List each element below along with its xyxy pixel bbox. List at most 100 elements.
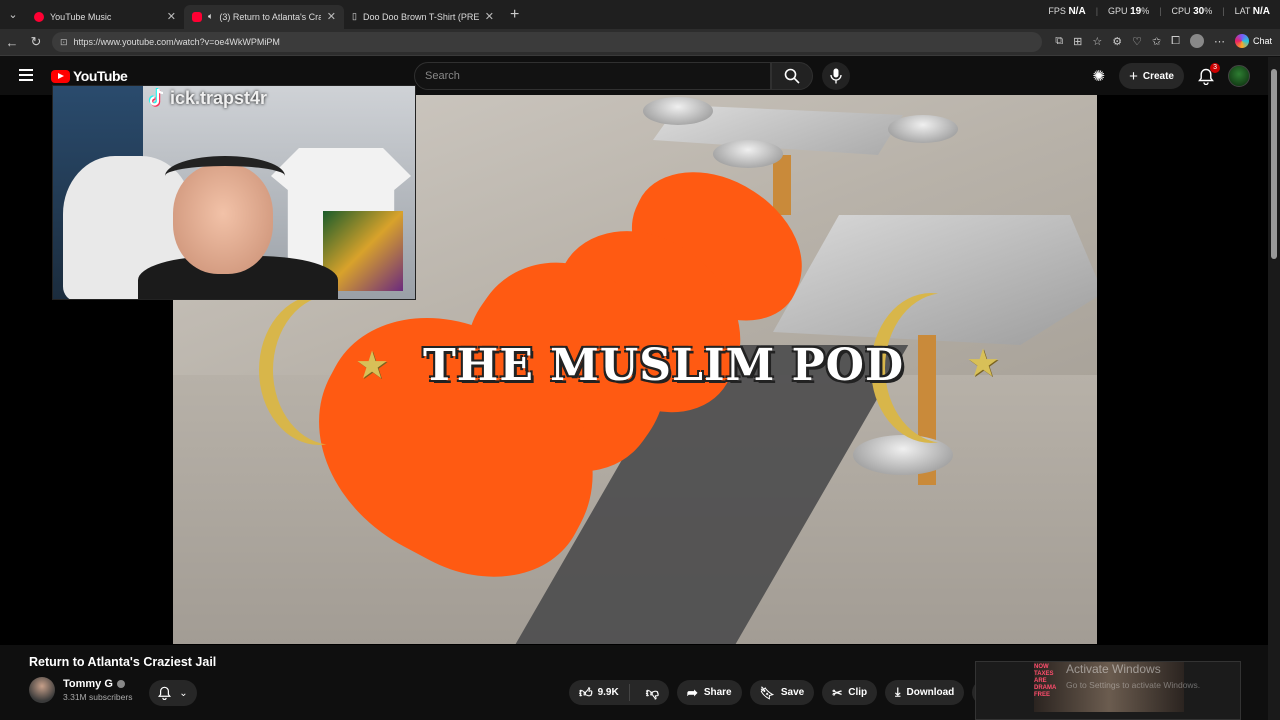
save-button[interactable]: 🔖︎ Save (749, 680, 815, 705)
download-button[interactable]: ⤓ Download (885, 680, 965, 705)
extensions-icon[interactable]: ⚙ (1112, 35, 1122, 48)
video-title: Return to Atlanta's Craziest Jail (29, 655, 217, 669)
microphone-icon (830, 68, 842, 84)
subscription-notification-button[interactable]: ⌄ (149, 680, 197, 706)
app-available-icon[interactable]: ⊞ (1073, 35, 1082, 48)
channel-row: Tommy G 3.31M subscribers (29, 677, 132, 703)
favorites-icon[interactable]: ✩ (1152, 35, 1161, 48)
site-info-icon[interactable]: ⊡ (60, 37, 68, 48)
share-button[interactable]: ➦ Share (676, 680, 742, 705)
clip-button[interactable]: ✂ Clip (822, 680, 878, 705)
plus-icon: + (1129, 67, 1138, 85)
channel-name[interactable]: Tommy G (63, 678, 132, 690)
speaker-icon[interactable]: 🔈︎ (208, 11, 213, 22)
browser-toolbar: ⧉ ⊞ ☆ ⚙ ♡ ✩ ⧠ ⋯ Chat (1055, 34, 1272, 48)
hamburger-menu-icon[interactable] (19, 69, 33, 81)
tiktok-watermark: ick.trapst4r (146, 87, 267, 109)
scrollbar-thumb[interactable] (1271, 69, 1277, 259)
thumbs-down-icon: 👎︎ (645, 684, 659, 700)
thumbnail-text: NOW TAXES ARE DRAMA FREE (1034, 664, 1057, 698)
tab-youtube-video[interactable]: 🔈︎ (3) Return to Atlanta's Crazie ✕ (184, 4, 344, 29)
youtube-play-icon (51, 69, 70, 83)
create-button[interactable]: + Create (1119, 63, 1184, 89)
tab-close-icon[interactable]: ✕ (485, 10, 494, 23)
thumbnail-title-text: THE MUSLIM POD (423, 340, 905, 391)
tab-close-icon[interactable]: ✕ (167, 10, 176, 23)
video-actions: 👍︎ 9.9K 👎︎ ➦ Share 🔖︎ Save ✂ Clip ⤓ Down… (569, 680, 998, 705)
page-scrollbar[interactable] (1268, 57, 1280, 720)
tab-label: YouTube Music (50, 11, 112, 22)
share-arrow-icon: ➦ (686, 684, 698, 700)
dislike-button[interactable]: 👎︎ (636, 685, 669, 701)
studio-sparkle-icon[interactable]: ✺ (1093, 67, 1106, 85)
youtube-music-icon (34, 11, 44, 22)
bookmark-icon: 🔖︎ (759, 685, 775, 700)
channel-info: Tommy G 3.31M subscribers (55, 678, 132, 702)
save-label: Save (780, 687, 805, 698)
cpu-readout: CPU 30% (1171, 6, 1213, 17)
tab-label: Doo Doo Brown T-Shirt (PRE-ORD (362, 11, 479, 22)
thumbs-up-icon: 👍︎ (579, 684, 593, 700)
like-button[interactable]: 👍︎ 9.9K (569, 684, 630, 701)
browser-essentials-icon[interactable]: ♡ (1132, 35, 1142, 48)
search-box (414, 62, 771, 90)
notification-count-badge: 3 (1210, 62, 1220, 73)
performance-overlay: FPS N/A | GPU 19% | CPU 30% | LAT N/A (1048, 6, 1270, 17)
address-bar-row: ← ↻ ⊡ https://www.youtube.com/watch?v=oe… (0, 29, 1280, 56)
back-arrow-icon[interactable]: ← (0, 35, 24, 50)
profile-icon[interactable] (1189, 34, 1204, 48)
like-count: 9.9K (597, 687, 619, 698)
star-right-icon: ★ (966, 343, 1001, 385)
table-pole-shape (773, 155, 791, 215)
chat-label: Chat (1252, 36, 1272, 46)
download-label: Download (906, 687, 955, 698)
channel-avatar[interactable] (29, 677, 55, 703)
tiktok-handle: ick.trapst4r (170, 87, 268, 108)
activate-windows-watermark: Activate Windows (1066, 662, 1161, 676)
star-left-icon: ★ (355, 345, 390, 387)
headphones-shape (165, 156, 285, 196)
translate-icon[interactable]: ⧉ (1055, 35, 1063, 48)
document-icon: ▯ (352, 11, 357, 21)
download-icon: ⤓ (895, 685, 901, 699)
account-avatar[interactable] (1228, 65, 1250, 87)
chevron-down-icon: ⌄ (179, 687, 188, 699)
tab-shirt-store[interactable]: ▯ Doo Doo Brown T-Shirt (PRE-ORD ✕ (344, 5, 502, 29)
bell-icon (158, 686, 172, 700)
tab-close-icon[interactable]: ✕ (327, 10, 336, 23)
tab-youtube-music[interactable]: YouTube Music ✕ (26, 5, 184, 29)
new-tab-button[interactable]: + (510, 6, 519, 24)
clip-label: Clip (848, 687, 868, 698)
url-field[interactable]: ⊡ https://www.youtube.com/watch?v=oe4WkW… (52, 32, 1042, 52)
favorite-star-icon[interactable]: ☆ (1092, 35, 1102, 48)
youtube-logo-text: YouTube (73, 68, 128, 84)
youtube-icon (192, 11, 202, 22)
lat-readout: LAT N/A (1234, 6, 1270, 17)
copilot-chat-button[interactable]: Chat (1234, 34, 1272, 48)
header-actions: ✺ + Create 3 (1093, 62, 1250, 89)
tiktok-logo-icon (148, 88, 164, 107)
search-input[interactable] (425, 70, 770, 82)
tab-list-dropdown[interactable]: ⌄ (0, 0, 26, 29)
stool-shape (713, 140, 783, 168)
tab-label: (3) Return to Atlanta's Crazie (219, 11, 321, 22)
search-button[interactable] (771, 62, 813, 90)
like-dislike-group: 👍︎ 9.9K 👎︎ (569, 680, 669, 705)
browser-tab-bar: ⌄ YouTube Music ✕ 🔈︎ (3) Return to Atlan… (0, 0, 1280, 29)
verified-badge-icon (116, 680, 125, 689)
share-label: Share (703, 687, 732, 698)
more-menu-icon[interactable]: ⋯ (1214, 35, 1225, 48)
refresh-icon[interactable]: ↻ (24, 34, 48, 50)
voice-search-button[interactable] (822, 62, 850, 90)
fps-readout: FPS N/A (1048, 6, 1086, 17)
webcam-overlay (52, 85, 416, 300)
youtube-logo[interactable]: YouTube (51, 68, 128, 84)
create-label: Create (1142, 70, 1174, 82)
stool-shape (888, 115, 958, 143)
subscriber-count: 3.31M subscribers (63, 692, 133, 702)
collections-icon[interactable]: ⧠ (1171, 35, 1180, 48)
url-text: https://www.youtube.com/watch?v=oe4WkWPM… (73, 37, 280, 47)
copilot-icon (1234, 34, 1249, 48)
notifications-button[interactable]: 3 (1198, 62, 1220, 85)
gpu-readout: GPU 19% (1108, 6, 1150, 17)
